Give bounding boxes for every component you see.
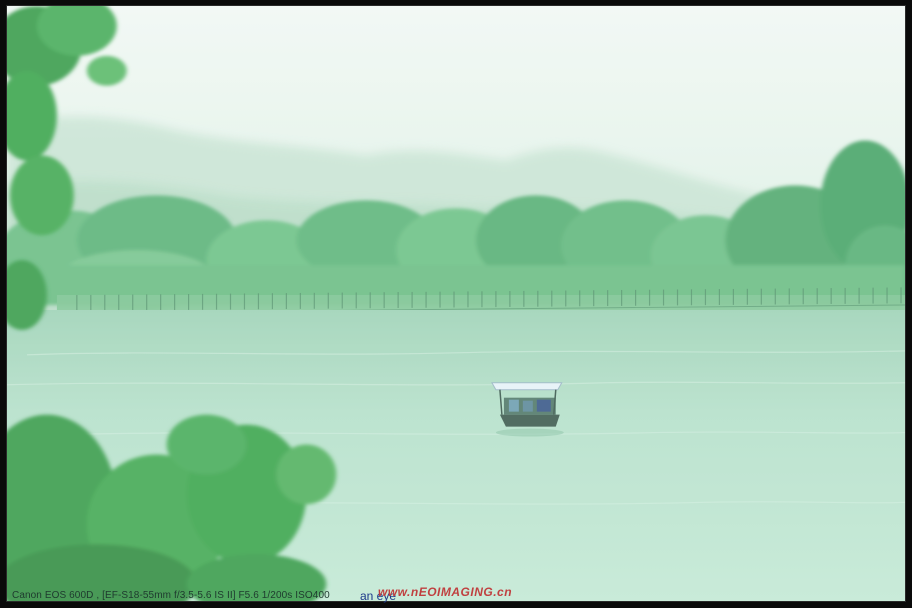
exif-caption: Canon EOS 600D , [EF-S18-55mm f/3.5-5.6 … [12, 590, 330, 601]
lake-scene [7, 6, 905, 601]
lake-photo [6, 5, 906, 602]
haze [7, 6, 905, 601]
watermark-text: www.nEOIMAGING.cn [378, 585, 513, 599]
site-watermark: www.nEOIMAGING.cn [378, 585, 512, 599]
photo-frame: Canon EOS 600D , [EF-S18-55mm f/3.5-5.6 … [0, 0, 912, 608]
